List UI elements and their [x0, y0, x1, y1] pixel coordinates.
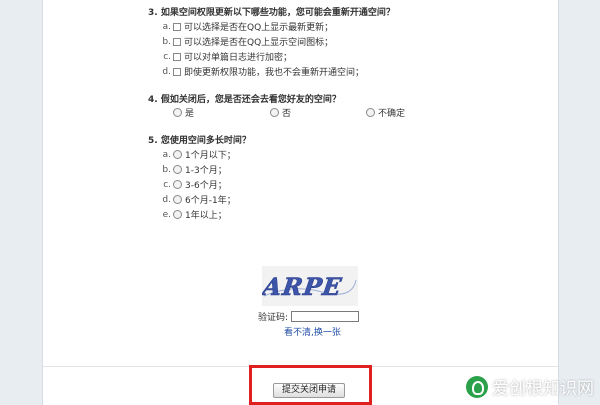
- watermark-logo-icon: [466, 375, 488, 398]
- q3-option-d[interactable]: d. 即使更新权限功能，我也不会重新开通空间；: [159, 65, 365, 79]
- option-letter: a.: [162, 21, 171, 32]
- checkbox[interactable]: [173, 37, 181, 46]
- q3-option-a[interactable]: a. 可以选择是否在QQ上显示最新更新；: [159, 20, 334, 34]
- option-label: 1-3个月；: [185, 166, 227, 176]
- checkbox[interactable]: [173, 67, 181, 76]
- option-letter: b.: [162, 36, 171, 47]
- footer-divider: [43, 366, 558, 367]
- watermark-text: 爱创根知识网: [492, 379, 594, 399]
- survey-panel: [42, 0, 559, 405]
- q4-option-yes[interactable]: 是: [173, 106, 194, 119]
- captcha-field-row: 验证码:: [258, 310, 360, 323]
- option-letter: b.: [162, 164, 171, 175]
- q5-option-c[interactable]: c. 3-6个月；: [159, 178, 227, 192]
- option-label: 可以选择是否在QQ上显示最新更新；: [184, 23, 334, 33]
- option-label: 不确定: [378, 109, 406, 119]
- option-label: 即使更新权限功能，我也不会重新开通空间；: [184, 68, 365, 78]
- watermark: 爱创根知识网: [466, 374, 594, 399]
- radio-button[interactable]: [173, 165, 182, 174]
- option-label: 可以对单篇日志进行加密；: [184, 53, 293, 63]
- question-5-title: 5. 您使用空间多长时间？: [148, 136, 251, 146]
- question-4-title: 4. 假如关闭后，您是否还会去看您好友的空间？: [148, 95, 341, 105]
- radio-button[interactable]: [270, 108, 279, 117]
- radio-button[interactable]: [173, 150, 182, 159]
- radio-button[interactable]: [173, 180, 182, 189]
- option-letter: d.: [162, 194, 171, 205]
- option-label: 3-6个月；: [185, 181, 227, 191]
- q3-option-b[interactable]: b. 可以选择是否在QQ上显示空间图标；: [159, 35, 334, 49]
- captcha-image: ARPE: [262, 266, 358, 306]
- option-label: 否: [282, 109, 292, 119]
- radio-button[interactable]: [173, 108, 182, 117]
- captcha-text: ARPE: [262, 272, 344, 301]
- checkbox[interactable]: [173, 22, 181, 31]
- option-letter: d.: [162, 66, 171, 77]
- option-letter: a.: [162, 149, 171, 160]
- q3-option-c[interactable]: c. 可以对单篇日志进行加密；: [159, 50, 293, 64]
- question-3-title: 3. 如果空间权限更新以下哪些功能，您可能会重新开通空间？: [148, 8, 395, 18]
- captcha-input[interactable]: [291, 311, 360, 322]
- option-label: 是: [185, 109, 195, 119]
- captcha-refresh-link[interactable]: 看不清,换一张: [284, 325, 341, 338]
- radio-button[interactable]: [173, 195, 182, 204]
- radio-button[interactable]: [366, 108, 375, 117]
- submit-close-request-button[interactable]: 提交关闭申请: [273, 383, 345, 398]
- captcha-label: 验证码:: [258, 313, 289, 323]
- option-label: 可以选择是否在QQ上显示空间图标；: [184, 38, 334, 48]
- q4-option-no[interactable]: 否: [270, 106, 291, 119]
- option-label: 6个月-1年；: [185, 196, 236, 206]
- q5-option-e[interactable]: e. 1年以上；: [159, 208, 227, 222]
- radio-button[interactable]: [173, 210, 182, 219]
- option-letter: c.: [163, 51, 171, 62]
- q5-option-d[interactable]: d. 6个月-1年；: [159, 193, 236, 207]
- option-letter: e.: [162, 209, 171, 220]
- option-label: 1个月以下；: [185, 151, 236, 161]
- q4-option-unsure[interactable]: 不确定: [366, 106, 405, 119]
- q5-option-a[interactable]: a. 1个月以下；: [159, 148, 236, 162]
- option-letter: c.: [163, 179, 171, 190]
- option-label: 1年以上；: [185, 211, 227, 221]
- checkbox[interactable]: [173, 52, 181, 61]
- q5-option-b[interactable]: b. 1-3个月；: [159, 163, 227, 177]
